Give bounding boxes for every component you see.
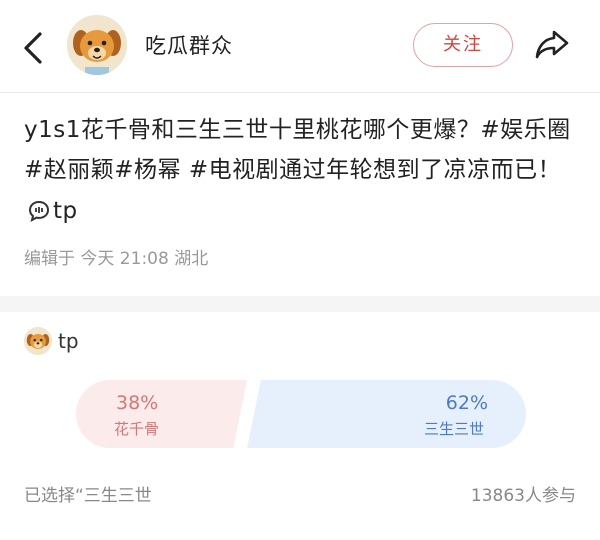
- poll-option-b[interactable]: 62% 三生三世: [247, 380, 526, 448]
- post-body: y1s1花千骨和三生三世十里桃花哪个更爆？#娱乐圈#赵丽颖#杨幂 #电视剧通过年…: [24, 110, 584, 231]
- selected-choice: 已选择“三生三世: [24, 486, 152, 506]
- option-b-label: 三生三世: [423, 420, 484, 438]
- poll-author-avatar: [24, 327, 52, 355]
- share-icon[interactable]: [532, 24, 572, 64]
- comment-bubble-icon: [28, 200, 50, 222]
- inline-user-name: tp: [53, 197, 78, 224]
- dog-avatar-icon: [24, 327, 52, 355]
- option-a-label: 花千骨: [114, 420, 160, 438]
- author-name[interactable]: 吃瓜群众: [145, 30, 233, 60]
- follow-button[interactable]: 关注: [413, 23, 513, 67]
- option-b-percent: 62%: [445, 392, 488, 414]
- option-a-percent: 38%: [116, 392, 159, 414]
- participant-count: 13863人参与: [470, 486, 576, 506]
- back-arrow-icon[interactable]: [18, 28, 50, 68]
- header-divider: [0, 92, 600, 93]
- post-text: y1s1花千骨和三生三世十里桃花哪个更爆？#娱乐圈#赵丽颖#杨幂 #电视剧通过年…: [24, 117, 571, 183]
- poll-bar: 38% 花千骨 62% 三生三世: [76, 380, 526, 448]
- poll-option-a[interactable]: 38% 花千骨: [76, 380, 247, 448]
- poll-author-name: tp: [58, 329, 79, 353]
- post-meta: 编辑于 今天 21:08 湖北: [24, 249, 209, 269]
- section-separator: [0, 296, 600, 312]
- poll-author[interactable]: tp: [24, 327, 79, 355]
- top-bar: 吃瓜群众 关注: [0, 0, 600, 92]
- author-avatar[interactable]: [67, 15, 127, 75]
- inline-user-link[interactable]: tp: [28, 191, 78, 231]
- dog-avatar-icon: [67, 15, 127, 75]
